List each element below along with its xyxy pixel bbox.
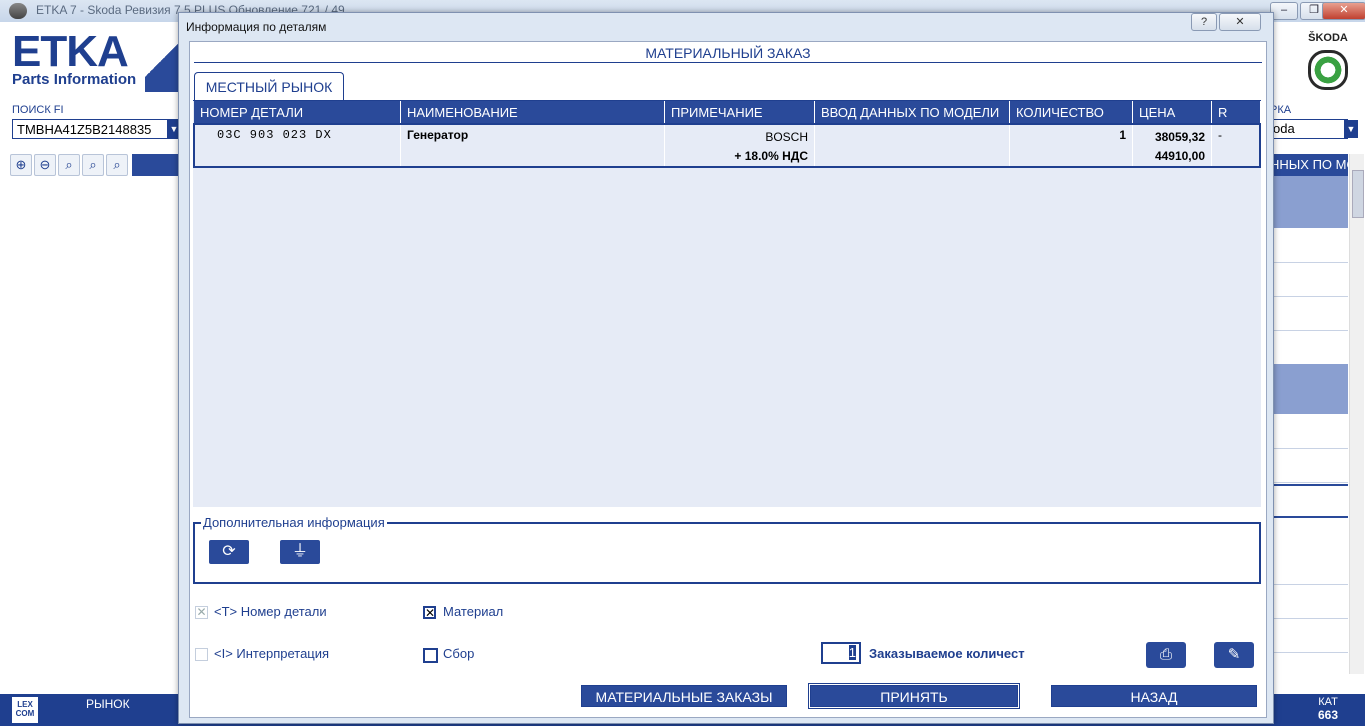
- logo-sub: Parts Information: [12, 71, 137, 88]
- col-name[interactable]: НАИМЕНОВАНИЕ: [400, 101, 665, 124]
- tab-local-market[interactable]: МЕСТНЫЙ РЫНОК: [194, 72, 344, 100]
- scrollbar-thumb[interactable]: [1352, 170, 1364, 218]
- right-panel-row[interactable]: [1270, 296, 1348, 331]
- order-quantity-input[interactable]: 1: [821, 642, 861, 664]
- accept-button[interactable]: ПРИНЯТЬ: [808, 683, 1020, 709]
- window-close-button[interactable]: ✕: [1322, 2, 1365, 20]
- back-button[interactable]: НАЗАД: [1051, 685, 1257, 707]
- dialog-title: Информация по деталям: [186, 20, 327, 34]
- col-price[interactable]: ЦЕНА: [1132, 101, 1212, 124]
- right-panel-row[interactable]: [1270, 414, 1348, 449]
- vin-input[interactable]: TMBHA41Z5B2148835: [12, 119, 180, 139]
- material-checkbox-label[interactable]: Материал: [443, 604, 503, 619]
- zoom-fit-icon[interactable]: ⌕: [58, 154, 80, 176]
- right-panel-row[interactable]: [1270, 448, 1348, 483]
- parts-panel: НОМЕР ДЕТАЛИ НАИМЕНОВАНИЕ ПРИМЕЧАНИЕ ВВО…: [193, 100, 1261, 507]
- material-orders-button[interactable]: МАТЕРИАЛЬНЫЕ ЗАКАЗЫ: [581, 685, 787, 707]
- material-checkbox[interactable]: ✕: [423, 606, 436, 619]
- additional-info-box: Дополнительная информация ⟳ ⏚: [193, 515, 1261, 584]
- right-panel-row[interactable]: [1270, 550, 1348, 585]
- col-note[interactable]: ПРИМЕЧАНИЕ: [664, 101, 815, 124]
- refresh-icon[interactable]: ⟳: [209, 540, 249, 564]
- right-panel-row-selected[interactable]: [1270, 364, 1348, 414]
- logo-main: ETKA: [12, 27, 129, 76]
- table-row[interactable]: 03C 903 023 DX Генератор BOSCH + 18.0% Н…: [193, 123, 1261, 168]
- lexcom-logo: LEX COM: [12, 697, 38, 723]
- interpretation-checkbox[interactable]: [195, 648, 208, 661]
- brand-dropdown-icon[interactable]: ▼: [1344, 120, 1358, 138]
- minimize-button[interactable]: –: [1270, 2, 1298, 20]
- right-panel-row[interactable]: [1270, 228, 1348, 263]
- skoda-logo: ŠKODA: [1298, 32, 1358, 90]
- note-brand: BOSCH: [765, 130, 808, 144]
- brand-name: ŠKODA: [1308, 32, 1348, 44]
- part-number-checkbox[interactable]: ✕: [195, 606, 208, 619]
- part-info-dialog: Информация по деталям ? ✕ МАТЕРИАЛЬНЫЙ З…: [178, 12, 1274, 724]
- right-panel-header: ННЫХ ПО МО: [1270, 154, 1348, 176]
- zoom-in-icon[interactable]: ⊕: [10, 154, 32, 176]
- price-gross: 44910,00: [1154, 149, 1205, 163]
- etka-logo: ETKA Parts Information: [12, 27, 137, 88]
- additional-info-legend: Дополнительная информация: [201, 515, 387, 530]
- search-label: ПОИСК FI: [12, 104, 64, 116]
- parts-table: НОМЕР ДЕТАЛИ НАИМЕНОВАНИЕ ПРИМЕЧАНИЕ ВВО…: [193, 101, 1261, 168]
- r-cell: -: [1211, 123, 1261, 168]
- right-panel-row[interactable]: [1270, 584, 1348, 619]
- edit-icon[interactable]: ✎: [1214, 642, 1254, 668]
- right-panel-row[interactable]: [1270, 618, 1348, 653]
- right-scrollbar[interactable]: [1349, 154, 1364, 674]
- left-toolbar-bar: [132, 154, 180, 176]
- order-header: МАТЕРИАЛЬНЫЙ ЗАКАЗ: [194, 44, 1262, 63]
- zoom-width-icon[interactable]: ⌕: [82, 154, 104, 176]
- interpretation-checkbox-label[interactable]: <I> Интерпретация: [214, 646, 329, 661]
- assembly-checkbox-label[interactable]: Сбор: [443, 646, 474, 661]
- price-net: 38059,32: [1154, 130, 1205, 144]
- skoda-emblem-icon: [1308, 50, 1348, 90]
- order-quantity-label: Заказываемое количест: [869, 646, 1025, 661]
- note-vat: + 18.0% НДС: [734, 149, 808, 163]
- right-panel-row-selected[interactable]: [1270, 176, 1348, 228]
- link-icon[interactable]: ⏚: [280, 540, 320, 564]
- app-icon: [9, 3, 27, 19]
- kat-value: 663: [1318, 708, 1339, 722]
- right-panel-divider: [1270, 484, 1348, 486]
- zoom-icon[interactable]: ⌕: [106, 154, 128, 176]
- right-panel-row[interactable]: [1270, 262, 1348, 297]
- status-market: РЫНОК: [86, 697, 130, 711]
- zoom-out-icon[interactable]: ⊖: [34, 154, 56, 176]
- model-cell: [814, 123, 1010, 168]
- dialog-content: МАТЕРИАЛЬНЫЙ ЗАКАЗ МЕСТНЫЙ РЫНОК НОМЕР Д…: [189, 41, 1267, 718]
- print-icon[interactable]: ⎙: [1146, 642, 1186, 668]
- col-r[interactable]: R: [1211, 101, 1261, 124]
- note-cell: BOSCH + 18.0% НДС: [664, 123, 815, 168]
- right-panel-row[interactable]: [1270, 330, 1348, 365]
- order-quantity-value: 1: [848, 645, 856, 660]
- part-number-cell: 03C 903 023 DX: [193, 123, 401, 168]
- part-number-checkbox-label[interactable]: <T> Номер детали: [214, 604, 327, 619]
- price-cell: 38059,32 44910,00: [1132, 123, 1212, 168]
- help-button[interactable]: ?: [1191, 13, 1217, 31]
- status-catalog: КАТ 663: [1318, 696, 1338, 722]
- assembly-checkbox[interactable]: [423, 648, 438, 663]
- dialog-close-button[interactable]: ✕: [1219, 13, 1261, 31]
- right-panel-divider: [1270, 516, 1348, 518]
- col-model-input[interactable]: ВВОД ДАННЫХ ПО МОДЕЛИ: [814, 101, 1010, 124]
- part-name-cell: Генератор: [400, 123, 665, 168]
- col-part-number[interactable]: НОМЕР ДЕТАЛИ: [194, 101, 401, 124]
- col-quantity[interactable]: КОЛИЧЕСТВО: [1009, 101, 1133, 124]
- brand-select[interactable]: oda: [1270, 119, 1348, 139]
- quantity-cell: 1: [1009, 123, 1133, 168]
